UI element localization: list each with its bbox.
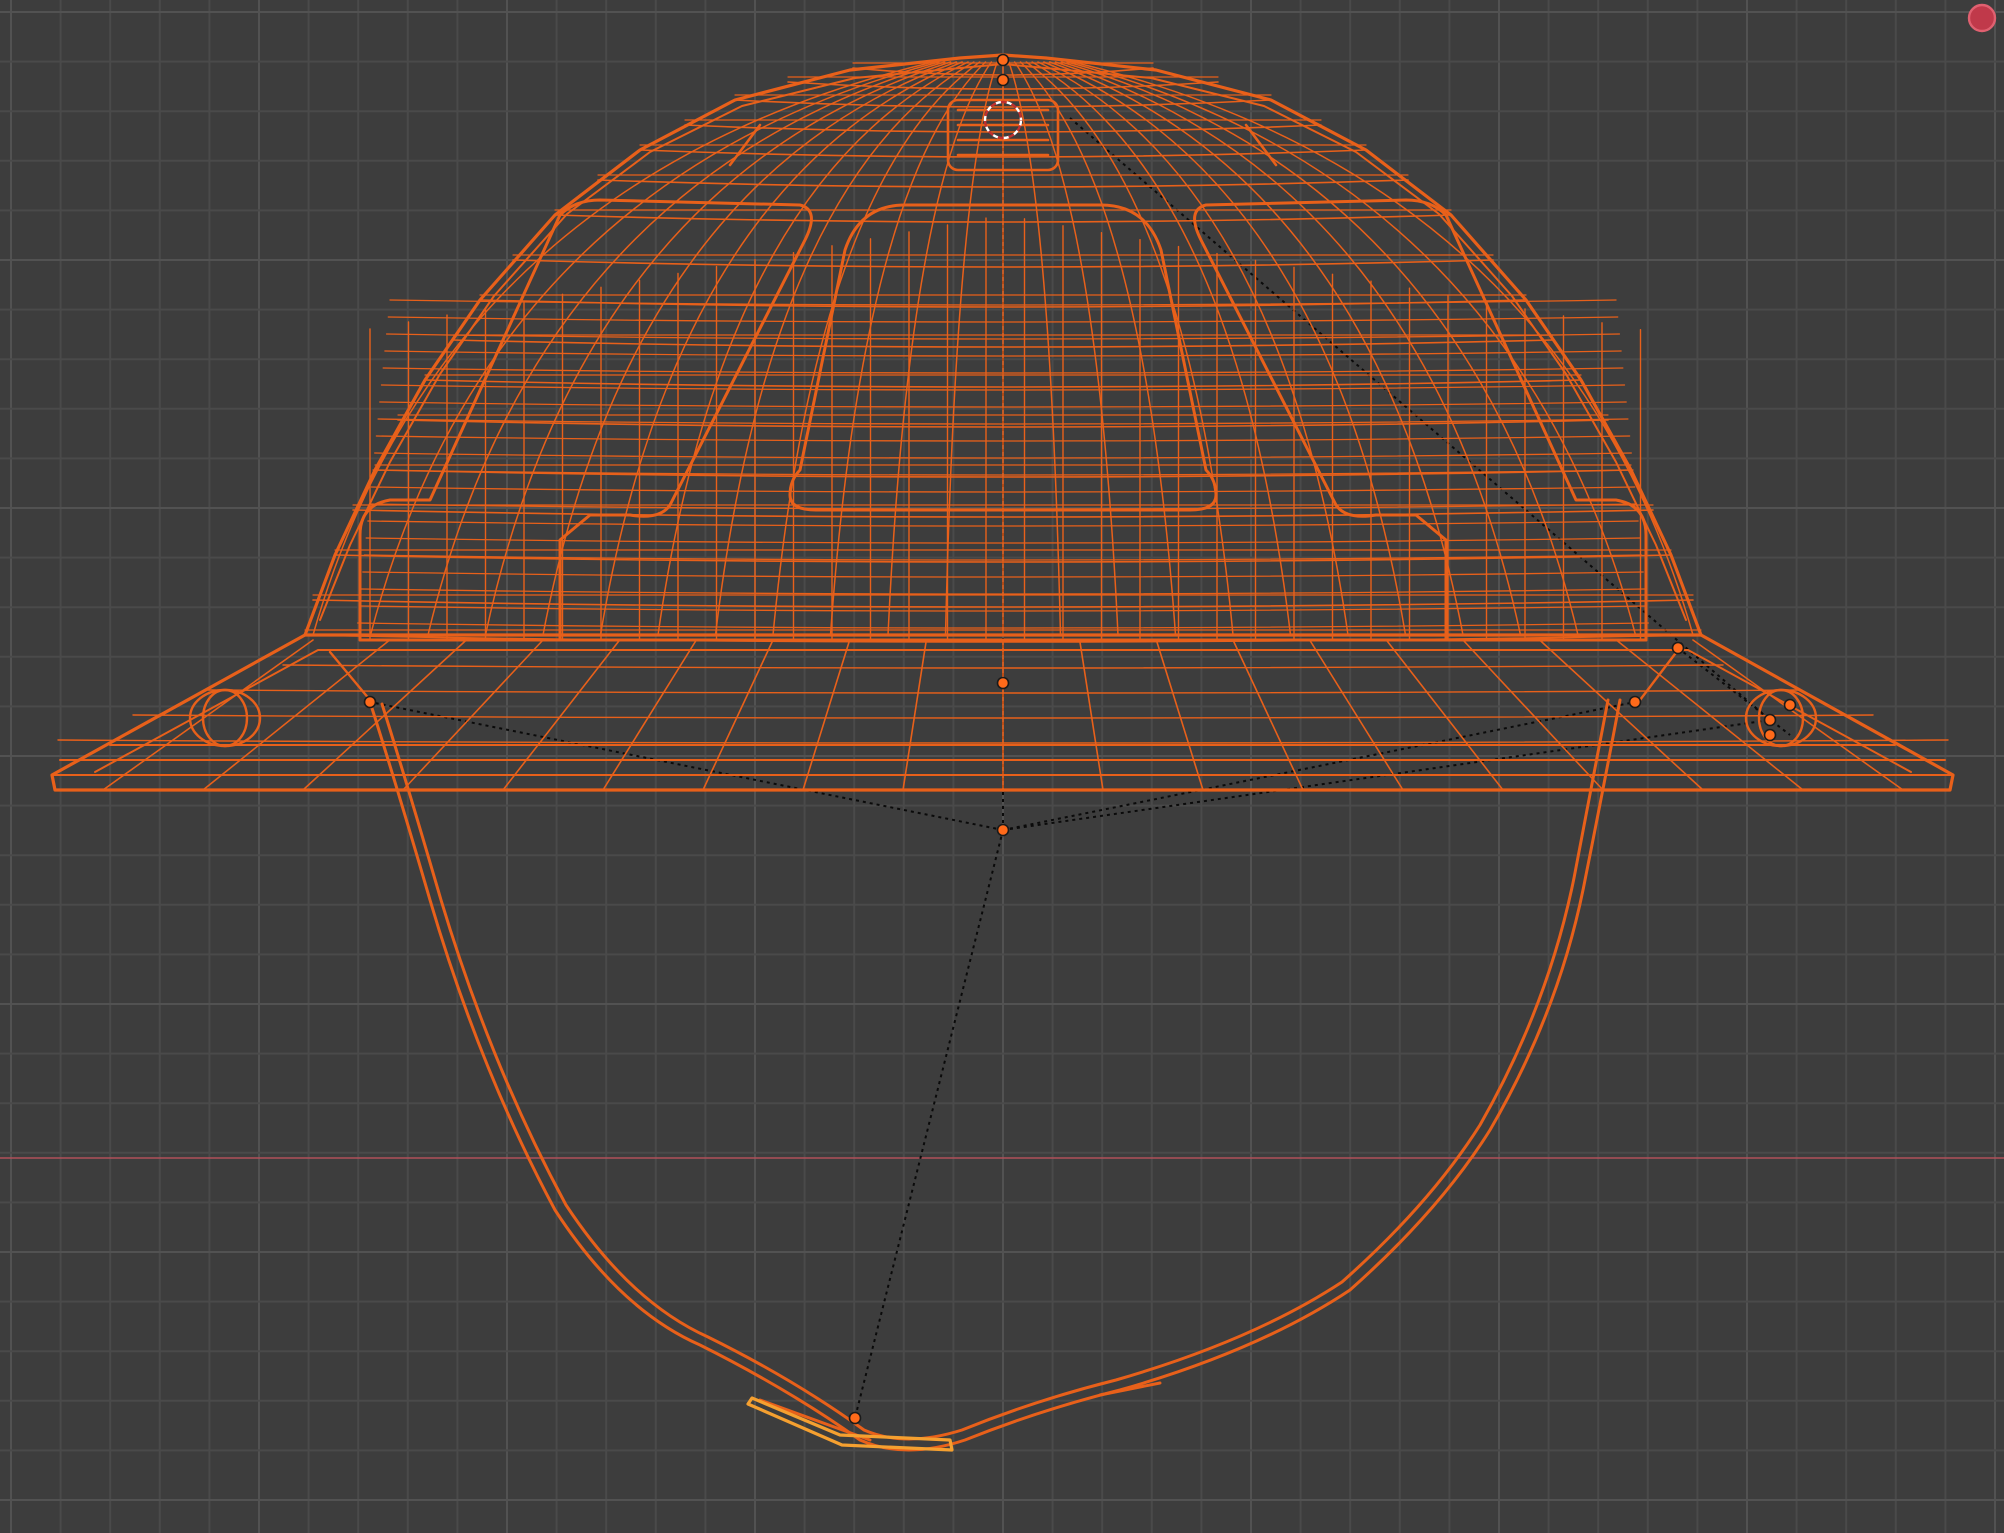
brim-radial-line — [1462, 639, 1604, 791]
dome-meridian — [1072, 61, 1694, 636]
object-origin-point[interactable] — [848, 1411, 862, 1425]
brim-radial-line — [802, 639, 851, 791]
dome-meridian — [599, 61, 963, 636]
relationship-line — [854, 829, 1004, 1419]
object-origin-point[interactable] — [1671, 641, 1685, 655]
brim-radial-line — [402, 639, 544, 791]
object-origin-point[interactable] — [996, 73, 1010, 87]
brim-radial-line — [902, 639, 928, 791]
object-origin-point[interactable] — [363, 695, 377, 709]
dome-meridian — [1054, 61, 1522, 636]
dome-meridian — [1043, 61, 1407, 636]
brim-mesh — [57, 639, 1949, 791]
object-origin-point[interactable] — [1783, 698, 1797, 712]
brim-radial-line — [1538, 639, 1704, 791]
brim-radial-line — [502, 639, 621, 791]
dome-meridian — [484, 61, 952, 636]
brim-radial-line — [1232, 639, 1304, 791]
dome-meridian — [312, 61, 934, 636]
relationship-lines — [369, 117, 1791, 1419]
record-icon[interactable] — [1967, 3, 1997, 33]
relationship-line — [1002, 701, 1636, 831]
3d-viewport[interactable] — [0, 0, 2004, 1533]
object-origin-point[interactable] — [1628, 695, 1642, 709]
object-origin-point[interactable] — [1763, 728, 1777, 742]
brim-radial-line — [602, 639, 698, 791]
brim-radial-line — [1078, 639, 1104, 791]
object-origin-point[interactable] — [996, 53, 1010, 67]
relationship-line — [369, 701, 1004, 831]
brim-radial-line — [1385, 639, 1504, 791]
object-origin-point[interactable] — [996, 823, 1010, 837]
brim-radial-line — [1308, 639, 1404, 791]
object-origin-point[interactable] — [1763, 713, 1777, 727]
dome-meridian — [427, 61, 946, 636]
object-origin-point[interactable] — [996, 676, 1010, 690]
brim-radial-line — [702, 639, 774, 791]
dome-meridian — [1060, 61, 1579, 636]
brim-radial-line — [1155, 639, 1204, 791]
